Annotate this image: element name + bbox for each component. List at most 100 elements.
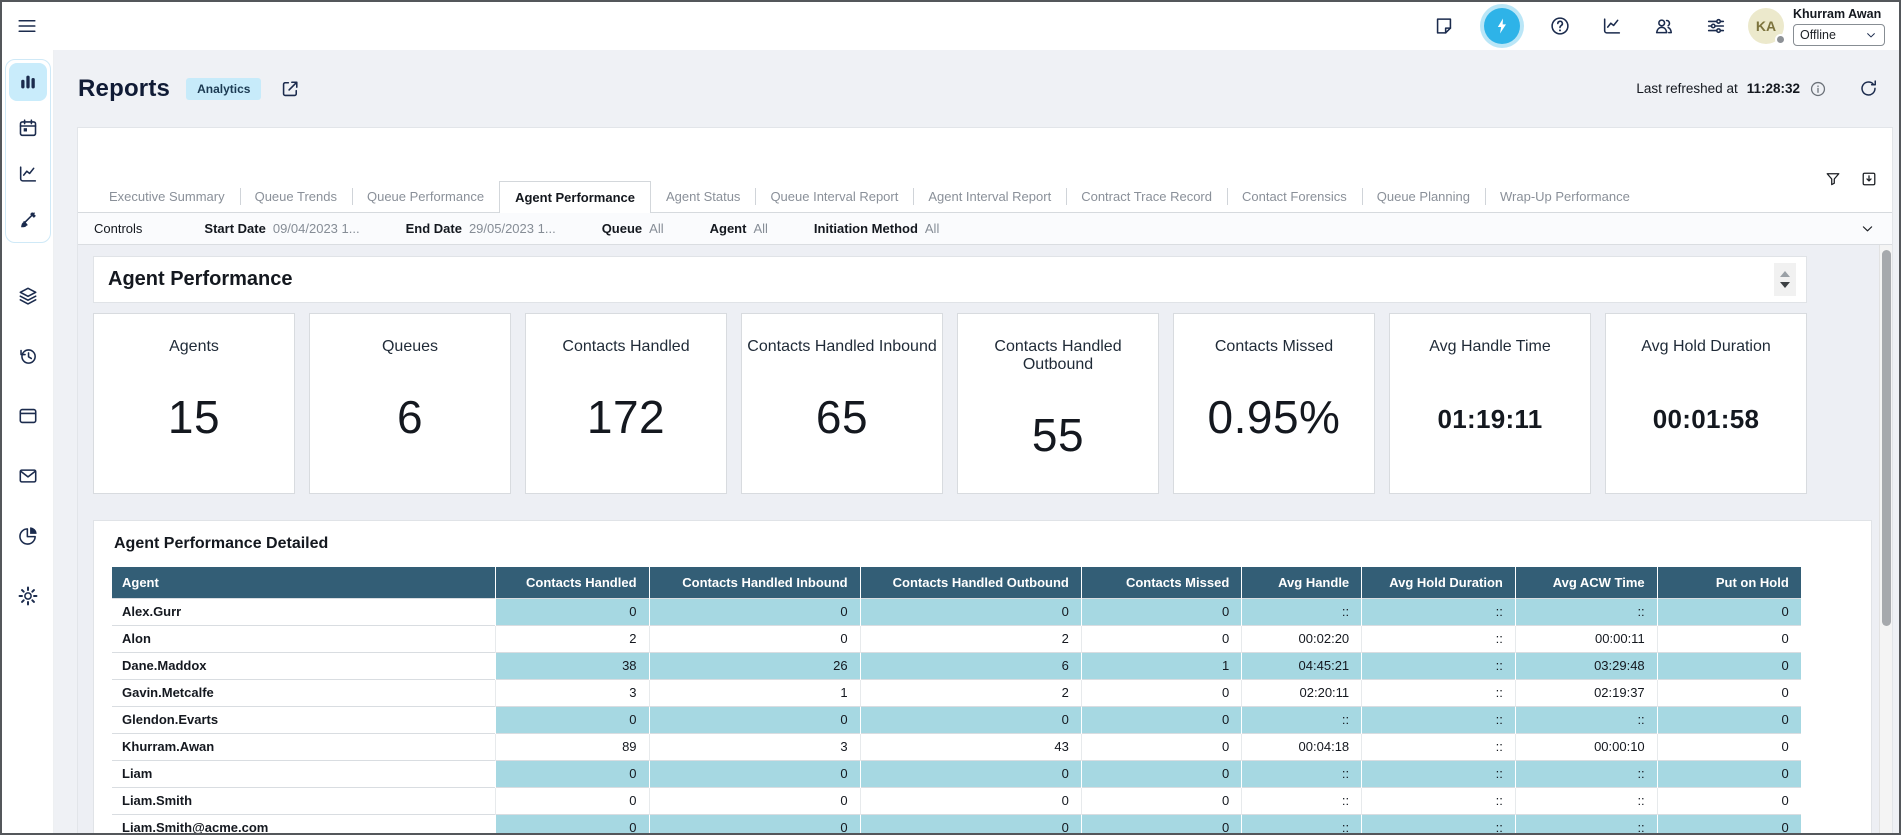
user-menu[interactable]: KA Khurram Awan Offline <box>1748 7 1885 46</box>
column-header-contacts-handled-outbound[interactable]: Contacts Handled Outbound <box>860 567 1081 598</box>
sidebar-item-reports[interactable] <box>9 63 47 101</box>
sidebar-item-metrics[interactable] <box>9 155 47 193</box>
kpi-card-contacts-handled-inbound: Contacts Handled Inbound65 <box>741 313 943 494</box>
bar-chart-icon <box>17 71 39 93</box>
value-cell: 0 <box>495 760 649 787</box>
filter-agent[interactable]: AgentAll <box>710 221 768 236</box>
tab-queue-trends[interactable]: Queue Trends <box>240 181 352 212</box>
status-select[interactable]: Offline <box>1793 24 1885 46</box>
menu-icon[interactable] <box>16 15 38 37</box>
value-cell: 0 <box>649 625 860 652</box>
notes-button[interactable] <box>1432 14 1456 38</box>
table-row[interactable]: Khurram.Awan89343000:04:18::00:00:100 <box>112 733 1801 760</box>
column-header-agent[interactable]: Agent <box>112 567 495 598</box>
preferences-button[interactable] <box>1704 14 1728 38</box>
tab-agent-status[interactable]: Agent Status <box>651 181 755 212</box>
tab-contract-trace-record[interactable]: Contract Trace Record <box>1066 181 1227 212</box>
column-header-contacts-handled[interactable]: Contacts Handled <box>495 567 649 598</box>
value-cell: :: <box>1362 679 1516 706</box>
value-cell: 00:00:10 <box>1515 733 1657 760</box>
value-cell: 0 <box>495 814 649 833</box>
help-button[interactable] <box>1548 14 1572 38</box>
tab-wrap-up-performance[interactable]: Wrap-Up Performance <box>1485 181 1645 212</box>
value-cell: :: <box>1242 787 1362 814</box>
value-cell: :: <box>1515 598 1657 625</box>
table-row[interactable]: Liam0000::::::0 <box>112 760 1801 787</box>
kpi-label: Contacts Missed <box>1174 338 1374 356</box>
table-row[interactable]: Liam.Smith@acme.com0000::::::0 <box>112 814 1801 833</box>
download-icon[interactable] <box>1860 170 1878 188</box>
report-panel: Executive SummaryQueue TrendsQueue Perfo… <box>77 127 1893 833</box>
scroll-spinner[interactable] <box>1774 263 1796 296</box>
value-cell: 0 <box>649 598 860 625</box>
layers-icon <box>17 285 39 307</box>
refresh-icon[interactable] <box>1858 78 1879 99</box>
scrollbar-thumb[interactable] <box>1882 250 1891 626</box>
table-row[interactable]: Alex.Gurr0000::::::0 <box>112 598 1801 625</box>
filter-start-date[interactable]: Start Date09/04/2023 1... <box>204 221 359 236</box>
value-cell: 0 <box>1657 814 1801 833</box>
section-title-bar: Agent Performance <box>93 256 1807 303</box>
value-cell: 0 <box>649 814 860 833</box>
tab-queue-planning[interactable]: Queue Planning <box>1362 181 1485 212</box>
table-row[interactable]: Alon202000:02:20::00:00:110 <box>112 625 1801 652</box>
metrics-button[interactable] <box>1600 14 1624 38</box>
table-row[interactable]: Glendon.Evarts0000::::::0 <box>112 706 1801 733</box>
sidebar-item-mail[interactable] <box>9 457 47 495</box>
help-icon <box>1549 15 1571 37</box>
kpi-card-queues: Queues6 <box>309 313 511 494</box>
column-header-contacts-handled-inbound[interactable]: Contacts Handled Inbound <box>649 567 860 598</box>
app-window: KA Khurram Awan Offline Reports Analytic… <box>0 0 1901 835</box>
spinner-down-icon[interactable] <box>1780 282 1790 288</box>
table-row[interactable]: Liam.Smith0000::::::0 <box>112 787 1801 814</box>
quick-connect-button[interactable] <box>1484 8 1520 44</box>
value-cell: 0 <box>1657 625 1801 652</box>
tab-agent-performance[interactable]: Agent Performance <box>499 181 651 213</box>
tab-queue-interval-report[interactable]: Queue Interval Report <box>755 181 913 212</box>
contacts-button[interactable] <box>1652 14 1676 38</box>
external-link-icon[interactable] <box>279 78 301 100</box>
value-cell: :: <box>1362 814 1516 833</box>
sidebar <box>2 50 54 833</box>
kpi-value: 0.95% <box>1174 390 1374 444</box>
column-header-put-on-hold[interactable]: Put on Hold <box>1657 567 1801 598</box>
filter-end-date[interactable]: End Date29/05/2023 1... <box>406 221 556 236</box>
column-header-contacts-missed[interactable]: Contacts Missed <box>1081 567 1241 598</box>
collapse-controls-icon[interactable] <box>1859 220 1876 237</box>
kpi-card-contacts-handled: Contacts Handled172 <box>525 313 727 494</box>
sidebar-item-history[interactable] <box>9 337 47 375</box>
column-header-avg-handle[interactable]: Avg Handle <box>1242 567 1362 598</box>
filter-queue[interactable]: QueueAll <box>602 221 664 236</box>
kpi-card-contacts-missed: Contacts Missed 0.95% <box>1173 313 1375 494</box>
value-cell: 0 <box>649 787 860 814</box>
sidebar-item-workspace[interactable] <box>9 397 47 435</box>
column-header-avg-hold-duration[interactable]: Avg Hold Duration <box>1362 567 1516 598</box>
value-cell: 00:02:20 <box>1242 625 1362 652</box>
agent-table: AgentContacts HandledContacts Handled In… <box>112 567 1801 833</box>
tab-executive-summary[interactable]: Executive Summary <box>94 181 240 212</box>
sidebar-item-calendar[interactable] <box>9 109 47 147</box>
filter-icon[interactable] <box>1824 170 1842 188</box>
sidebar-item-settings[interactable] <box>9 577 47 615</box>
tab-queue-performance[interactable]: Queue Performance <box>352 181 499 212</box>
tab-contact-forensics[interactable]: Contact Forensics <box>1227 181 1362 212</box>
kpi-label: Queues <box>310 338 510 356</box>
trend-icon <box>17 163 39 185</box>
value-cell: 0 <box>860 814 1081 833</box>
value-cell: 43 <box>860 733 1081 760</box>
topbar-nav <box>1432 8 1728 44</box>
table-row[interactable]: Gavin.Metcalfe312002:20:11::02:19:370 <box>112 679 1801 706</box>
sidebar-item-layers[interactable] <box>9 277 47 315</box>
sidebar-group-primary <box>5 59 51 243</box>
value-cell: 0 <box>1657 598 1801 625</box>
table-row[interactable]: Dane.Maddox38266104:45:21::03:29:480 <box>112 652 1801 679</box>
info-icon[interactable] <box>1809 80 1827 98</box>
tab-agent-interval-report[interactable]: Agent Interval Report <box>913 181 1066 212</box>
spinner-up-icon[interactable] <box>1780 271 1790 277</box>
column-header-avg-acw-time[interactable]: Avg ACW Time <box>1515 567 1657 598</box>
filter-initiation-method[interactable]: Initiation MethodAll <box>814 221 939 236</box>
vertical-scrollbar[interactable] <box>1879 245 1892 833</box>
sidebar-item-dashboards[interactable] <box>9 517 47 555</box>
agent-name-cell: Khurram.Awan <box>112 733 495 760</box>
sidebar-item-design[interactable] <box>9 201 47 239</box>
